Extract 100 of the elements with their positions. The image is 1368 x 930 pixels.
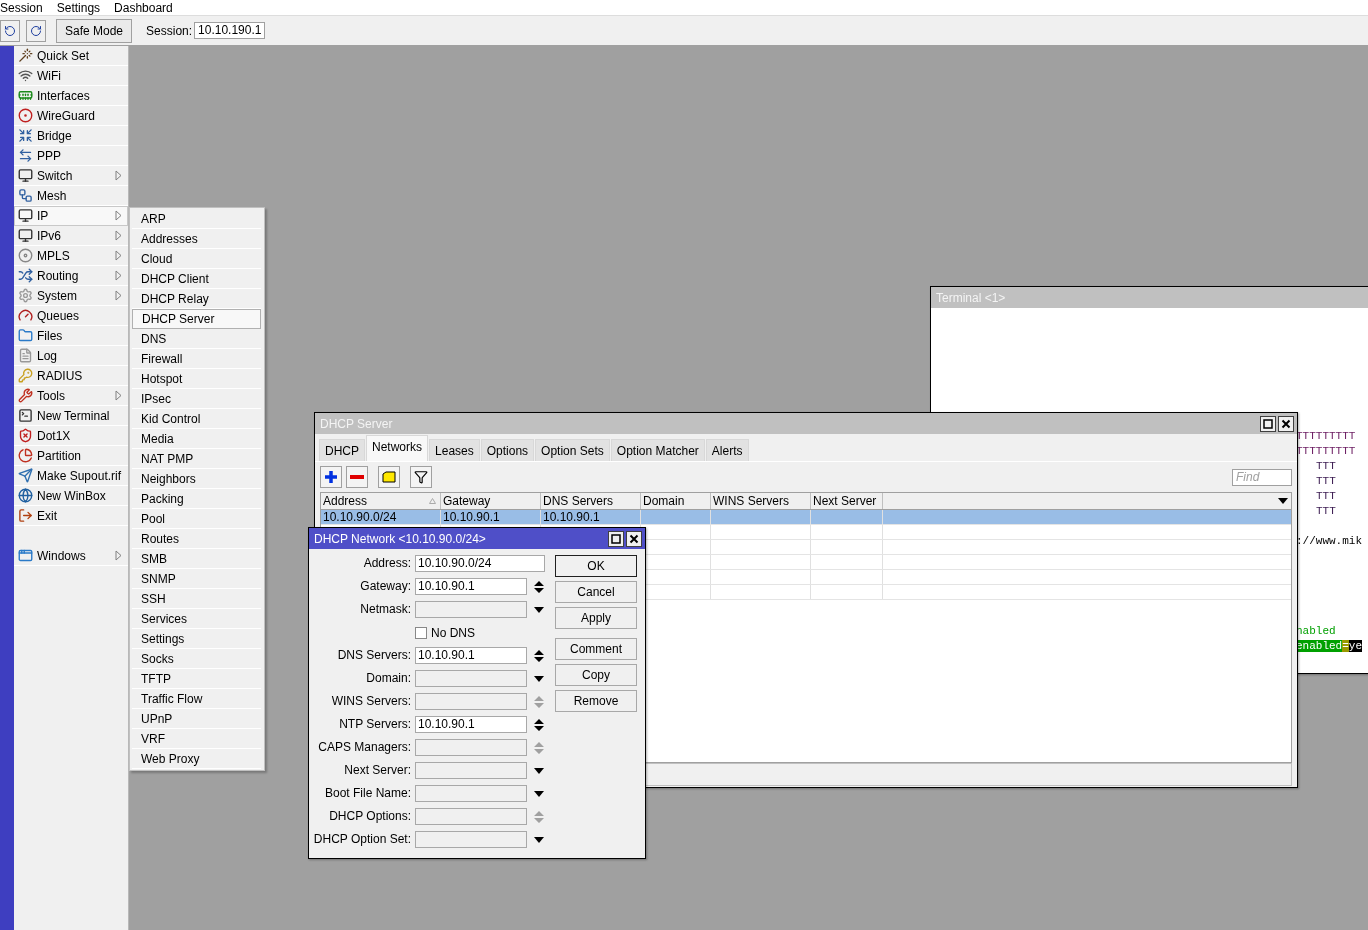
sidebar-item[interactable]: Files [14,326,128,346]
remove-button[interactable] [346,466,368,488]
column-header[interactable]: Domain [641,493,711,509]
sidebar-item[interactable]: Make Supout.rif [14,466,128,486]
dropdown-arrow-icon[interactable] [534,767,544,774]
sidebar-item[interactable]: Queues [14,306,128,326]
submenu-item[interactable]: NAT PMP [132,449,261,469]
session-field[interactable]: 10.10.190.1 [194,22,266,39]
input-field[interactable] [415,670,527,687]
input-field[interactable] [415,762,527,779]
sidebar-item[interactable]: Tools [14,386,128,406]
safe-mode-button[interactable]: Safe Mode [56,18,133,43]
sidebar-item[interactable]: Exit [14,506,128,526]
column-header[interactable]: Next Server [811,493,883,509]
dropdown-arrow-icon[interactable] [1278,498,1288,504]
sidebar-item[interactable]: IPv6 [14,226,128,246]
sidebar-item[interactable]: IP [14,206,128,226]
column-header[interactable]: WINS Servers [711,493,811,509]
submenu-item[interactable]: Neighbors [132,469,261,489]
checkbox[interactable] [415,626,427,639]
column-header[interactable]: Gateway [441,493,541,509]
undo-button[interactable] [0,19,20,42]
column-header[interactable]: DNS Servers [541,493,641,509]
dialog-button[interactable]: Apply [555,607,637,629]
submenu-item[interactable]: Firewall [132,349,261,369]
submenu-item[interactable]: Services [132,609,261,629]
sidebar-item[interactable]: New WinBox [14,486,128,506]
sidebar-item[interactable]: WiFi [14,66,128,86]
dialog-button[interactable]: Cancel [555,581,637,603]
maximize-button[interactable] [1260,415,1276,432]
submenu-item[interactable]: VRF [132,729,261,749]
redo-button[interactable] [26,19,46,42]
tab[interactable]: Alerts [705,439,749,461]
dialog-button[interactable]: Remove [555,690,637,712]
tab[interactable]: DHCP [319,439,365,461]
submenu-item[interactable]: DNS [132,329,261,349]
submenu-item[interactable]: UPnP [132,709,261,729]
tab[interactable]: Option Sets [535,439,610,461]
tab[interactable]: Options [480,439,535,461]
input-field[interactable] [415,693,527,710]
submenu-item[interactable]: SNMP [132,569,261,589]
dropdown-arrow-icon[interactable] [534,606,544,613]
dialog-button[interactable]: Copy [555,664,637,686]
submenu-item[interactable]: SMB [132,549,261,569]
input-field[interactable]: 10.10.90.1 [415,578,527,595]
dropdown-arrow-icon[interactable] [534,675,544,682]
submenu-item[interactable]: DHCP Client [132,269,261,289]
sidebar-item[interactable]: Windows [14,546,128,566]
submenu-item[interactable]: TFTP [132,669,261,689]
menu-item[interactable]: Settings [56,0,101,15]
submenu-item[interactable]: Routes [132,529,261,549]
submenu-item[interactable]: Web Proxy [132,749,261,769]
sidebar-item[interactable]: New Terminal [14,406,128,426]
tab[interactable]: Networks [366,435,429,461]
dropdown-arrow-icon[interactable] [534,836,544,843]
submenu-item[interactable]: Cloud [132,249,261,269]
submenu-item[interactable]: Media [132,429,261,449]
input-field[interactable]: 10.10.90.1 [415,647,527,664]
sidebar-item[interactable]: Quick Set [14,46,128,66]
input-field[interactable] [415,739,527,756]
submenu-item[interactable]: Pool [132,509,261,529]
input-field[interactable] [415,785,527,802]
sidebar-item[interactable]: RADIUS [14,366,128,386]
submenu-item[interactable]: Socks [132,649,261,669]
submenu-item[interactable]: IPsec [132,389,261,409]
table-row[interactable]: 10.10.90.0/24 10.10.90.1 10.10.90.1 [321,510,1291,525]
sidebar-item[interactable]: Interfaces [14,86,128,106]
dropdown-arrow-icon[interactable] [534,790,544,797]
sidebar-item[interactable]: Switch [14,166,128,186]
sidebar-item[interactable]: Log [14,346,128,366]
spin-arrows-icon[interactable] [534,717,544,732]
submenu-item[interactable]: Kid Control [132,409,261,429]
input-field[interactable]: 10.10.90.0/24 [415,555,545,572]
tab[interactable]: Leases [429,439,480,461]
maximize-button[interactable] [608,530,624,547]
submenu-item[interactable]: Settings [132,629,261,649]
submenu-item[interactable]: DHCP Server [132,309,261,329]
input-field[interactable] [415,808,527,825]
close-button[interactable] [626,530,642,547]
submenu-item[interactable]: ARP [132,209,261,229]
comment-button[interactable] [378,466,400,488]
close-button[interactable] [1278,415,1294,432]
tab[interactable]: Option Matcher [610,439,705,461]
spin-arrows-icon[interactable] [534,579,544,594]
input-field[interactable] [415,831,527,848]
sidebar-item[interactable]: MPLS [14,246,128,266]
input-field[interactable]: 10.10.90.1 [415,716,527,733]
sidebar-item[interactable]: Partition [14,446,128,466]
add-button[interactable] [320,466,342,488]
sidebar-item[interactable]: Dot1X [14,426,128,446]
input-field[interactable] [415,601,527,618]
dialog-button[interactable]: OK [555,555,637,577]
sidebar-item[interactable]: Bridge [14,126,128,146]
dialog-button[interactable]: Comment [555,638,637,660]
submenu-item[interactable]: Hotspot [132,369,261,389]
sidebar-item[interactable]: PPP [14,146,128,166]
find-field[interactable]: Find [1232,468,1292,486]
filter-button[interactable] [410,466,432,488]
spin-arrows-icon[interactable] [534,648,544,663]
submenu-item[interactable]: Traffic Flow [132,689,261,709]
